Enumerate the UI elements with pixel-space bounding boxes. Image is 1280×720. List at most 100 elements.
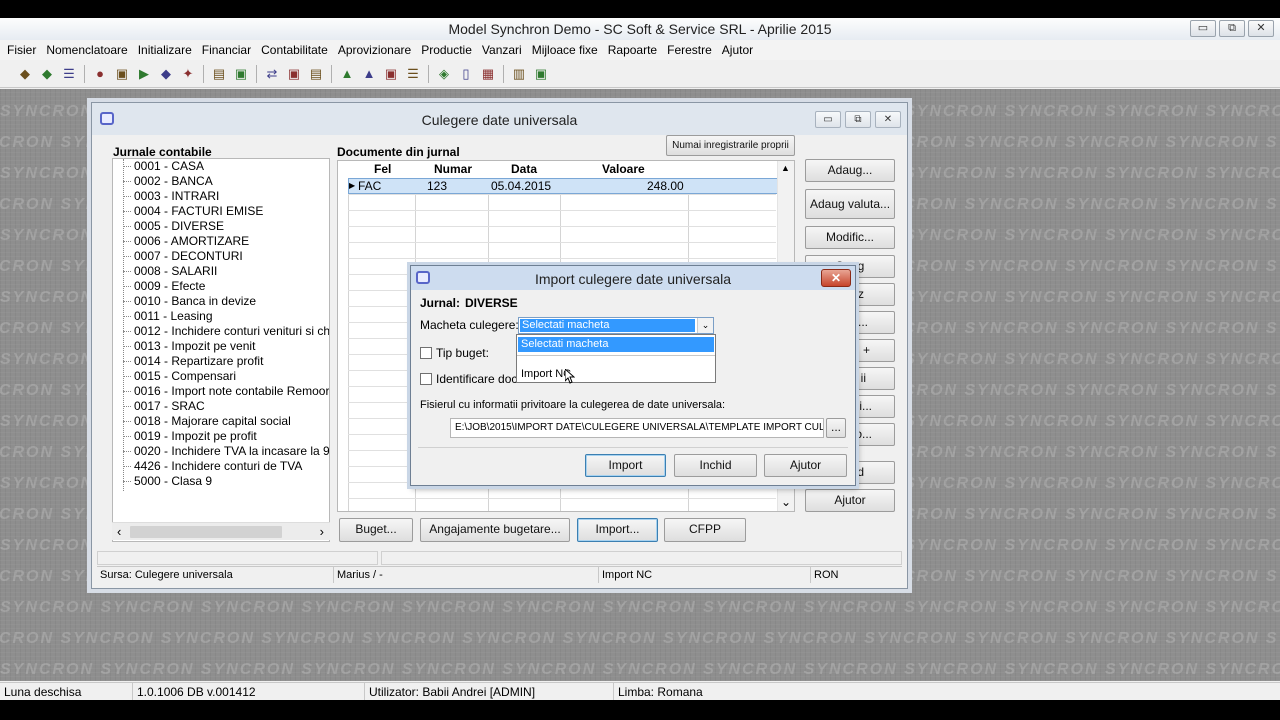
journal-item[interactable]: 0013 - Impozit pe venit: [113, 339, 329, 354]
menu-item-0[interactable]: Fisier: [6, 43, 41, 57]
stamp-icon[interactable]: ✦: [179, 65, 197, 83]
col-data[interactable]: Data: [511, 161, 537, 178]
journal-item[interactable]: 0020 - Inchidere TVA la incasare la 90: [113, 444, 329, 459]
scroll-right-icon[interactable]: ›: [320, 524, 324, 539]
col-numar[interactable]: Numar: [434, 161, 472, 178]
journal-item[interactable]: 0011 - Leasing: [113, 309, 329, 324]
child-restore-button[interactable]: ⧉: [845, 111, 871, 128]
chevron-down-icon[interactable]: ⌄: [697, 318, 713, 333]
menu-item-2[interactable]: Initializare: [137, 43, 197, 57]
edit-icon[interactable]: ▤: [210, 65, 228, 83]
menu-item-8[interactable]: Mijloace fixe: [531, 43, 603, 57]
add-button[interactable]: Adaug...: [805, 159, 895, 182]
app-status-bar: Luna deschisa 1.0.1006 DB v.001412 Utili…: [0, 682, 1280, 701]
cfpp-button[interactable]: CFPP: [664, 518, 746, 542]
journal-item[interactable]: 0004 - FACTURI EMISE: [113, 204, 329, 219]
budget-button[interactable]: Buget...: [339, 518, 413, 542]
journal-item[interactable]: 0010 - Banca in devize: [113, 294, 329, 309]
settings-icon[interactable]: ▣: [382, 65, 400, 83]
gift-icon[interactable]: ◆: [157, 65, 175, 83]
journal-item[interactable]: 0016 - Import note contabile Remoor: [113, 384, 329, 399]
template-option[interactable]: Selectati macheta: [518, 337, 714, 352]
child-minimize-button[interactable]: ▭: [815, 111, 841, 128]
scroll-left-icon[interactable]: ‹: [117, 524, 121, 539]
stack-icon[interactable]: ▤: [307, 65, 325, 83]
own-records-button[interactable]: Numai inregistrarile proprii: [666, 135, 795, 156]
cart-icon[interactable]: ▲: [338, 65, 356, 83]
journal-item[interactable]: 0005 - DIVERSE: [113, 219, 329, 234]
save-icon[interactable]: ▦: [479, 65, 497, 83]
journal-item[interactable]: 0002 - BANCA: [113, 174, 329, 189]
menu-bar: Fisier Nomenclatoare Initializare Financiar…: [0, 40, 1280, 60]
journal-item[interactable]: 0012 - Inchidere conturi venituri si che: [113, 324, 329, 339]
journal-item[interactable]: 4426 - Inchidere conturi de TVA: [113, 459, 329, 474]
col-valoare[interactable]: Valoare: [602, 161, 645, 178]
journal-item[interactable]: 0007 - DECONTURI: [113, 249, 329, 264]
file-path-field[interactable]: E:\JOB\2015\IMPORT DATE\CULEGERE UNIVERS…: [450, 418, 824, 438]
menu-item-4[interactable]: Contabilitate: [260, 43, 333, 57]
journal-tree[interactable]: 0001 - CASA 0002 - BANCA 0003 - INTRARI 000…: [112, 158, 330, 542]
journal-item[interactable]: 0003 - INTRARI: [113, 189, 329, 204]
tag-icon[interactable]: ☰: [404, 65, 422, 83]
journal-item[interactable]: 0009 - Efecte: [113, 279, 329, 294]
check-icon[interactable]: ▣: [532, 65, 550, 83]
book-icon[interactable]: ▣: [285, 65, 303, 83]
list-icon[interactable]: ☰: [60, 65, 78, 83]
print-icon[interactable]: ▥: [510, 65, 528, 83]
budget-commitments-button[interactable]: Angajamente bugetare...: [420, 518, 570, 542]
col-fel[interactable]: Fel: [374, 161, 391, 178]
arrows-icon[interactable]: ▣: [232, 65, 250, 83]
menu-item-10[interactable]: Ferestre: [666, 43, 717, 57]
journal-tree-hscroll[interactable]: ‹ ›: [112, 522, 330, 540]
notes-icon[interactable]: ▯: [457, 65, 475, 83]
export-icon[interactable]: ▶: [135, 65, 153, 83]
cube-icon[interactable]: ◆: [16, 65, 34, 83]
money-icon[interactable]: ●: [91, 65, 109, 83]
import-button[interactable]: Import...: [577, 518, 658, 542]
file-icon[interactable]: ◈: [435, 65, 453, 83]
template-dropdown-list[interactable]: Selectati macheta Import NC: [516, 334, 716, 383]
dialog-close-button[interactable]: ✕: [821, 269, 851, 287]
template-option[interactable]: Import NC: [518, 367, 714, 382]
journal-item[interactable]: 0017 - SRAC: [113, 399, 329, 414]
scroll-thumb[interactable]: [130, 526, 282, 538]
menu-item-3[interactable]: Financiar: [201, 43, 256, 57]
budget-type-checkbox[interactable]: [420, 347, 432, 359]
modify-button[interactable]: Modific...: [805, 226, 895, 249]
dialog-close-text-button[interactable]: Inchid: [674, 454, 757, 477]
scroll-up-icon[interactable]: ▲: [781, 163, 790, 173]
scroll-down-icon[interactable]: ⌄: [781, 495, 791, 509]
doc-icon[interactable]: ▣: [113, 65, 131, 83]
budget-type-label: Tip buget:: [436, 346, 489, 360]
journal-item[interactable]: 0015 - Compensari: [113, 369, 329, 384]
table-row[interactable]: ▶ FAC 123 05.04.2015 248.00: [348, 178, 778, 194]
bag-icon[interactable]: ◆: [38, 65, 56, 83]
dialog-help-button[interactable]: Ajutor: [764, 454, 847, 477]
folder-icon[interactable]: ▲: [360, 65, 378, 83]
minimize-button[interactable]: ▭: [1190, 20, 1216, 37]
close-button[interactable]: ✕: [1248, 20, 1274, 37]
journal-item[interactable]: 0019 - Impozit pe profit: [113, 429, 329, 444]
dialog-import-button[interactable]: Import: [585, 454, 666, 477]
menu-item-5[interactable]: Aprovizionare: [337, 43, 416, 57]
template-select[interactable]: Selectati macheta ⌄: [518, 317, 714, 334]
journal-item[interactable]: 0014 - Repartizare profit: [113, 354, 329, 369]
menu-item-1[interactable]: Nomenclatoare: [45, 43, 132, 57]
journal-item[interactable]: 0008 - SALARII: [113, 264, 329, 279]
restore-button[interactable]: ⧉: [1219, 20, 1245, 37]
journal-item[interactable]: 0006 - AMORTIZARE: [113, 234, 329, 249]
add-currency-button[interactable]: Adaug valuta...: [805, 189, 895, 219]
journal-item[interactable]: 0018 - Majorare capital social: [113, 414, 329, 429]
help-button[interactable]: Ajutor: [805, 489, 895, 512]
journal-item[interactable]: 5000 - Clasa 9: [113, 474, 329, 489]
culegere-window-title: Culegere date universala: [92, 103, 907, 135]
child-close-button[interactable]: ✕: [875, 111, 901, 128]
menu-item-11[interactable]: Ajutor: [721, 43, 758, 57]
identify-docs-checkbox[interactable]: [420, 373, 432, 385]
journal-item[interactable]: 0001 - CASA: [113, 159, 329, 174]
menu-item-7[interactable]: Vanzari: [481, 43, 527, 57]
browse-button[interactable]: ...: [826, 418, 846, 438]
calendar-icon[interactable]: ⇄: [263, 65, 281, 83]
menu-item-6[interactable]: Productie: [420, 43, 477, 57]
menu-item-9[interactable]: Rapoarte: [607, 43, 662, 57]
